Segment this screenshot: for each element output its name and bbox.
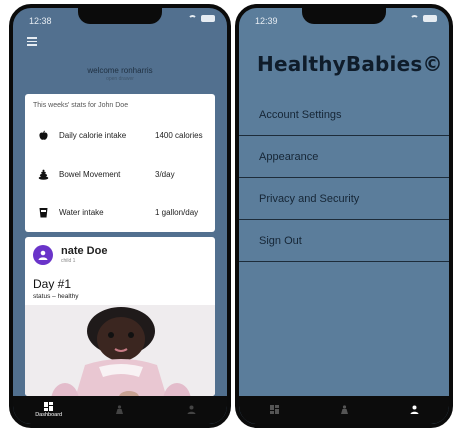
tab-profiles[interactable] <box>84 396 155 424</box>
person-icon <box>187 405 196 414</box>
status-time: 12:38 <box>29 16 52 26</box>
poop-icon <box>37 168 49 180</box>
day-title: Day #1 <box>33 277 72 291</box>
dashboard-icon <box>269 405 279 414</box>
status-time: 12:39 <box>255 16 278 26</box>
settings-screen: 12:39 HealthyBabies© Account Settings Ap… <box>235 4 453 428</box>
dashboard-screen: 12:38 welcome ronharris open drawer This… <box>9 4 231 428</box>
stat-label: Water intake <box>59 207 104 217</box>
stat-row-bowel: Bowel Movement 3/day <box>25 166 215 182</box>
welcome-text: welcome ronharris <box>87 66 153 75</box>
stats-card: This weeks' stats for John Doe Daily cal… <box>25 94 215 232</box>
stat-label: Daily calorie intake <box>59 130 127 140</box>
phone-notch <box>78 8 162 24</box>
child-card[interactable]: nate Doe child 1 Day #1 status – healthy <box>25 237 215 396</box>
phone-notch <box>302 8 386 24</box>
dashboard-icon <box>44 402 54 411</box>
menu-item-privacy-security[interactable]: Privacy and Security <box>239 178 449 220</box>
stat-label: Bowel Movement <box>59 169 121 179</box>
tab-bar <box>239 396 449 424</box>
avatar <box>33 245 53 265</box>
wifi-icon <box>410 15 419 22</box>
status-icons <box>410 15 437 22</box>
tab-dashboard[interactable]: Dashboard <box>13 396 84 424</box>
cup-icon <box>37 206 49 218</box>
menu-icon[interactable] <box>27 37 37 46</box>
child-name: nate Doe <box>61 245 108 257</box>
child-subtitle: child 1 <box>61 258 76 264</box>
tab-label: Dashboard <box>35 412 63 418</box>
menu-item-account-settings[interactable]: Account Settings <box>239 94 449 136</box>
wifi-icon <box>188 15 197 22</box>
apple-icon <box>37 129 49 141</box>
welcome-subtext: open drawer <box>106 76 134 82</box>
tab-dashboard[interactable] <box>239 396 309 424</box>
baby-doll-image <box>25 305 215 396</box>
tab-profiles[interactable] <box>309 396 379 424</box>
person-icon <box>410 405 418 414</box>
person-icon <box>38 250 48 260</box>
stat-row-water: Water intake 1 gallon/day <box>25 204 215 220</box>
stat-row-calories: Daily calorie intake 1400 calories <box>25 127 215 143</box>
stat-value: 3/day <box>155 169 175 179</box>
tab-bar: Dashboard <box>13 396 227 424</box>
tab-settings[interactable] <box>379 396 449 424</box>
stat-value: 1400 calories <box>155 130 203 140</box>
menu-item-appearance[interactable]: Appearance <box>239 136 449 178</box>
child-icon <box>116 405 124 414</box>
child-icon <box>340 405 348 414</box>
settings-menu: Account Settings Appearance Privacy and … <box>239 94 449 262</box>
child-status: status – healthy <box>33 293 79 300</box>
status-icons <box>188 15 215 22</box>
battery-icon <box>201 15 215 22</box>
battery-icon <box>423 15 437 22</box>
app-brand: HealthyBabies© <box>257 52 443 76</box>
child-photo <box>25 305 215 396</box>
menu-item-sign-out[interactable]: Sign Out <box>239 220 449 262</box>
stats-title: This weeks' stats for John Doe <box>33 102 129 109</box>
stat-value: 1 gallon/day <box>155 207 199 217</box>
tab-settings[interactable] <box>156 396 227 424</box>
welcome-banner: welcome ronharris open drawer <box>13 66 227 84</box>
